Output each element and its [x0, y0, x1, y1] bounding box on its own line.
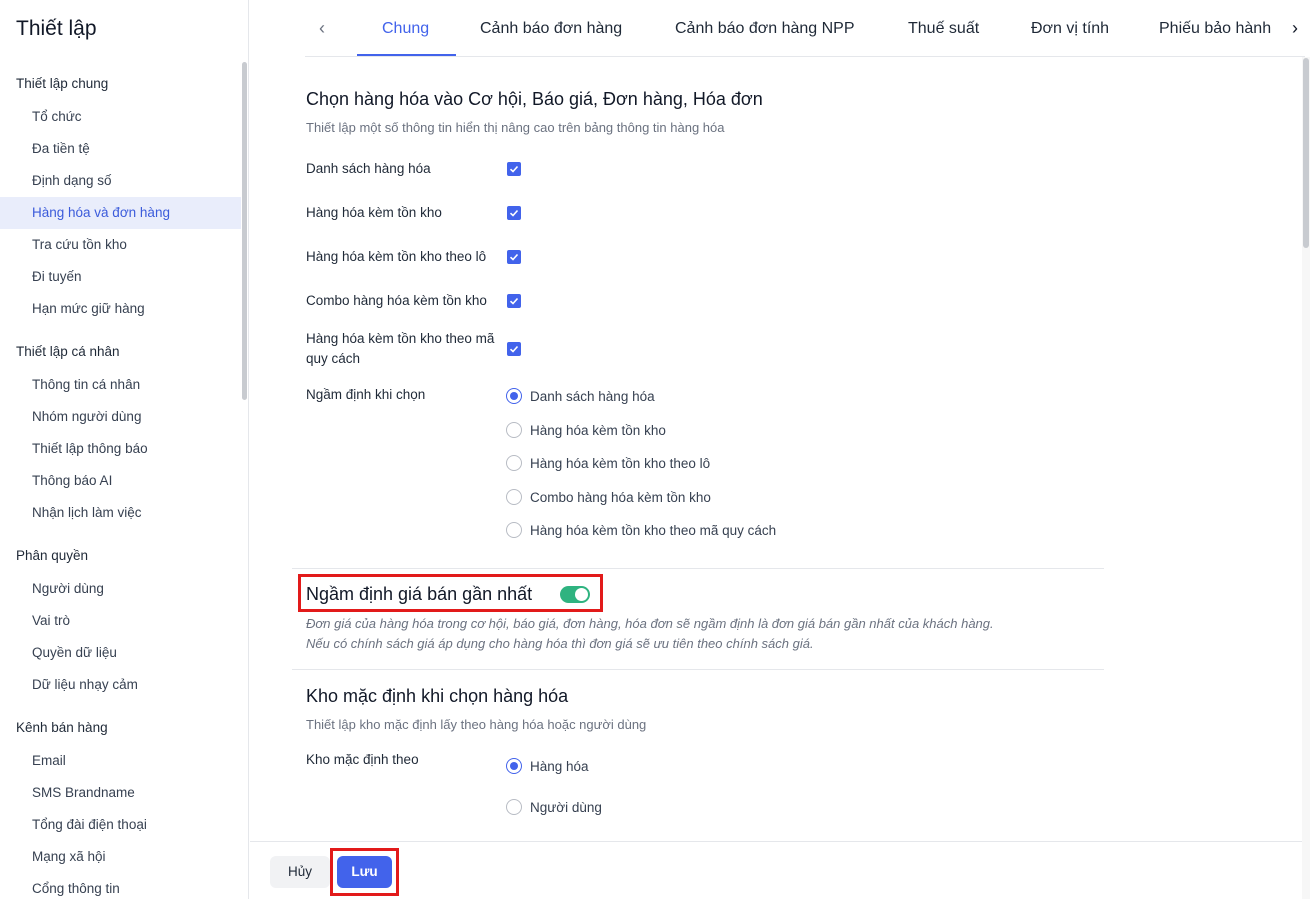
sidebar-item-users[interactable]: Người dùng — [0, 573, 241, 605]
tab-tax-rates[interactable]: Thuế suất — [908, 0, 979, 57]
sidebar-item-user-groups[interactable]: Nhóm người dùng — [0, 401, 241, 433]
sidebar-item-sms-brandname[interactable]: SMS Brandname — [0, 777, 241, 809]
product-stock-checkbox[interactable] — [507, 206, 521, 220]
tab-order-alerts[interactable]: Cảnh báo đơn hàng — [480, 0, 622, 57]
checkbox-label-product-list: Danh sách hàng hóa — [306, 161, 431, 176]
latest-price-description: Đơn giá của hàng hóa trong cơ hội, báo g… — [306, 616, 994, 631]
default-radio-label-product-stock-spec: Hàng hóa kèm tồn kho theo mã quy cách — [530, 523, 777, 538]
default-warehouse-label: Kho mặc định theo — [306, 752, 419, 767]
sidebar-title: Thiết lập — [16, 17, 97, 40]
sidebar-group-permissions: Phân quyền — [16, 548, 89, 563]
active-tab-indicator — [357, 54, 456, 56]
sidebar-item-routes[interactable]: Đi tuyến — [0, 261, 241, 293]
latest-price-note: Nếu có chính sách giá áp dụng cho hàng h… — [306, 636, 814, 651]
save-button-highlight — [330, 848, 399, 896]
default-radio-label-product-stock-lot: Hàng hóa kèm tồn kho theo lô — [530, 456, 711, 471]
tab-bar: ‹ Chung Cảnh báo đơn hàng Cảnh báo đơn h… — [305, 0, 1305, 57]
check-icon — [509, 253, 519, 261]
sidebar-item-organization[interactable]: Tổ chức — [0, 101, 241, 133]
checkbox-label-product-stock: Hàng hóa kèm tồn kho — [306, 205, 442, 220]
sidebar-item-ai-notifications[interactable]: Thông báo AI — [0, 465, 241, 497]
product-select-title: Chọn hàng hóa vào Cơ hội, Báo giá, Đơn h… — [306, 89, 763, 109]
default-radio-label-product-stock: Hàng hóa kèm tồn kho — [530, 423, 666, 438]
sidebar-group-general: Thiết lập chung — [16, 76, 109, 91]
default-radio-label-combo-stock: Combo hàng hóa kèm tồn kho — [530, 490, 711, 505]
checkbox-label-product-stock-spec: Hàng hóa kèm tồn kho theo mã quy cách — [306, 331, 495, 366]
default-select-label: Ngầm định khi chọn — [306, 387, 426, 402]
latest-price-highlight — [298, 574, 603, 612]
sidebar-item-products-orders[interactable]: Hàng hóa và đơn hàng — [0, 197, 241, 229]
sidebar-item-sensitive-data[interactable]: Dữ liệu nhạy cảm — [0, 669, 241, 701]
warehouse-radio-product[interactable] — [506, 758, 522, 774]
sidebar-item-hold-limit[interactable]: Hạn mức giữ hàng — [0, 293, 241, 325]
default-warehouse-description: Thiết lập kho mặc định lấy theo hàng hóa… — [306, 717, 647, 732]
sidebar-item-roles[interactable]: Vai trò — [0, 605, 241, 637]
chevron-right-icon[interactable]: › — [1285, 17, 1305, 39]
product-list-checkbox[interactable] — [507, 162, 521, 176]
warehouse-radio-user[interactable] — [506, 799, 522, 815]
checkbox-label-product-stock-lot: Hàng hóa kèm tồn kho theo lô — [306, 249, 487, 264]
sidebar-item-multi-currency[interactable]: Đa tiền tệ — [0, 133, 241, 165]
default-radio-label-product-list: Danh sách hàng hóa — [530, 389, 655, 404]
sidebar-item-portal[interactable]: Cổng thông tin — [0, 873, 241, 899]
tab-units[interactable]: Đơn vị tính — [1031, 0, 1109, 57]
default-radio-product-list[interactable] — [506, 388, 522, 404]
warehouse-radio-label-user: Người dùng — [530, 800, 602, 815]
product-select-description: Thiết lập một số thông tin hiển thị nâng… — [306, 120, 725, 135]
sidebar-scrollbar-thumb[interactable] — [242, 62, 247, 400]
sidebar-item-number-format[interactable]: Định dạng số — [0, 165, 241, 197]
default-radio-product-stock[interactable] — [506, 422, 522, 438]
sidebar-item-email[interactable]: Email — [0, 745, 241, 777]
check-icon — [509, 209, 519, 217]
default-radio-product-stock-lot[interactable] — [506, 455, 522, 471]
tab-general[interactable]: Chung — [382, 0, 429, 57]
cancel-button[interactable]: Hủy — [270, 856, 330, 888]
chevron-left-icon[interactable]: ‹ — [312, 17, 332, 39]
warehouse-radio-label-product: Hàng hóa — [530, 759, 589, 774]
section-divider — [292, 568, 1104, 569]
sidebar: Thiết lập Thiết lập chung Tổ chức Đa tiề… — [0, 0, 249, 899]
sidebar-item-social-media[interactable]: Mạng xã hội — [0, 841, 241, 873]
combo-stock-checkbox[interactable] — [507, 294, 521, 308]
sidebar-item-work-schedule[interactable]: Nhận lịch làm việc — [0, 497, 241, 529]
sidebar-group-personal: Thiết lập cá nhân — [16, 344, 120, 359]
sidebar-item-phone-switchboard[interactable]: Tổng đài điện thoại — [0, 809, 241, 841]
sidebar-group-sales-channels: Kênh bán hàng — [16, 720, 108, 735]
product-stock-lot-checkbox[interactable] — [507, 250, 521, 264]
section-divider — [292, 669, 1104, 670]
tab-warranty[interactable]: Phiếu bảo hành — [1159, 0, 1271, 57]
tab-npp-order-alerts[interactable]: Cảnh báo đơn hàng NPP — [675, 0, 855, 57]
sidebar-item-notification-settings[interactable]: Thiết lập thông báo — [0, 433, 241, 465]
checkbox-label-combo-stock: Combo hàng hóa kèm tồn kho — [306, 293, 487, 308]
check-icon — [509, 297, 519, 305]
sidebar-item-inventory-lookup[interactable]: Tra cứu tồn kho — [0, 229, 241, 261]
check-icon — [509, 165, 519, 173]
product-stock-spec-checkbox[interactable] — [507, 342, 521, 356]
sidebar-item-personal-info[interactable]: Thông tin cá nhân — [0, 369, 241, 401]
default-radio-combo-stock[interactable] — [506, 489, 522, 505]
sidebar-item-data-permissions[interactable]: Quyền dữ liệu — [0, 637, 241, 669]
footer-bar — [250, 841, 1302, 899]
default-warehouse-title: Kho mặc định khi chọn hàng hóa — [306, 686, 569, 706]
default-radio-product-stock-spec[interactable] — [506, 522, 522, 538]
check-icon — [509, 345, 519, 353]
main-scrollbar-thumb[interactable] — [1303, 58, 1309, 248]
